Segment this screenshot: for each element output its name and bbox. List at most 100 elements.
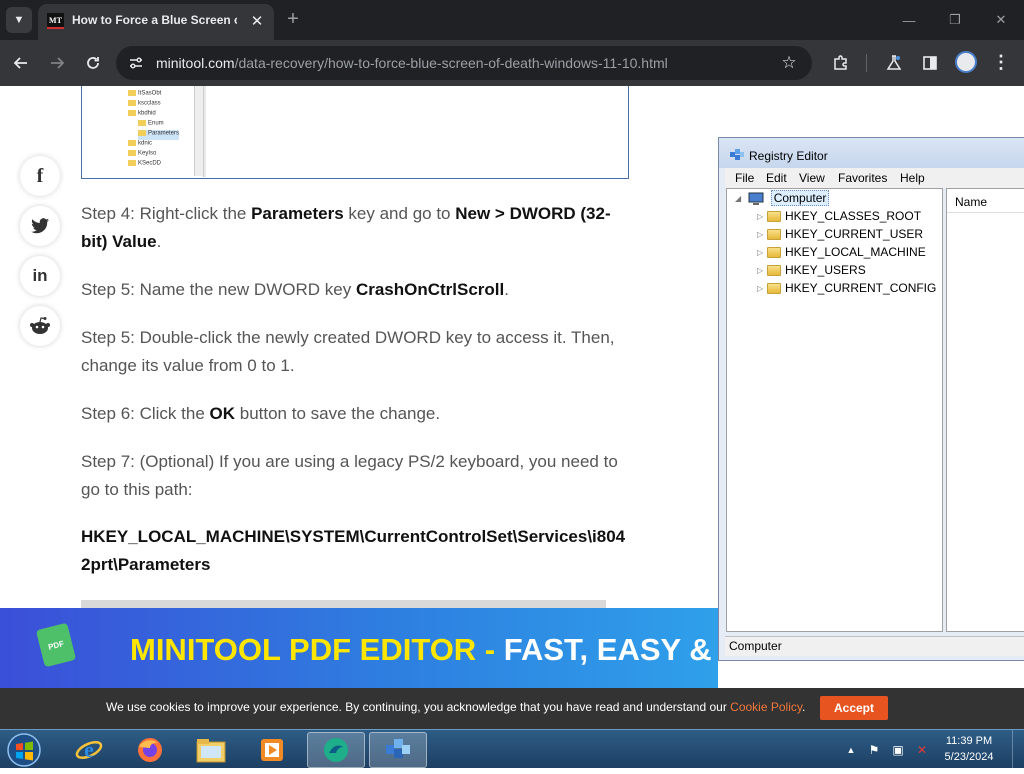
reddit-icon <box>30 317 50 334</box>
tree-node-hkcc[interactable]: ▷ HKEY_CURRENT_CONFIG <box>757 281 936 299</box>
folder-icon <box>767 265 781 277</box>
tree-node-hkcr[interactable]: ▷ HKEY_CLASSES_ROOT <box>757 209 921 227</box>
share-facebook-button[interactable]: f <box>20 156 60 196</box>
folder-icon <box>767 211 781 223</box>
folder-icon <box>767 283 781 295</box>
screenshot-row: KeyIso <box>128 150 156 160</box>
step-7-text: Step 7: (Optional) If you are using a le… <box>81 452 618 499</box>
regedit-statusbar: Computer <box>725 636 1024 656</box>
regedit-title: Registry Editor <box>749 149 828 163</box>
back-button[interactable] <box>8 50 34 76</box>
show-desktop-button[interactable] <box>1012 730 1024 769</box>
share-reddit-button[interactable] <box>20 306 60 346</box>
expand-arrow-icon: ▷ <box>757 284 764 294</box>
clock-time[interactable]: 11:39 PM <box>934 735 1004 749</box>
tree-node-hkcu[interactable]: ▷ HKEY_CURRENT_USER <box>757 227 923 245</box>
menu-edit[interactable]: Edit <box>766 171 787 187</box>
step-5-edit-text: Step 5: Double-click the newly created D… <box>81 328 615 375</box>
windows-start-orb-icon <box>7 733 41 767</box>
screenshot-row: KSecDD <box>128 160 161 170</box>
labs-flask-icon[interactable] <box>881 50 907 76</box>
ad-banner[interactable]: PDF MINITOOL PDF EDITOR - FAST, EASY & <box>0 608 718 688</box>
computer-icon <box>748 192 764 205</box>
tray-expand-icon[interactable]: ▲ <box>843 742 859 758</box>
restore-button[interactable]: ❐ <box>940 8 970 32</box>
browser-tab-bar: ▼ MT How to Force a Blue Screen of Death… <box>0 0 1024 40</box>
windows-taskbar: e ▲ ⚑ ▣ ✕ 11:39 PM 5/23/2024 <box>0 729 1024 769</box>
start-button[interactable] <box>4 731 44 769</box>
collapse-arrow-icon[interactable]: ◢ <box>735 194 745 203</box>
minitool-app-icon <box>324 738 348 762</box>
taskbar-firefox[interactable] <box>121 732 179 768</box>
address-bar[interactable]: minitool.com/data-recovery/how-to-force-… <box>116 46 812 80</box>
computer-label: Computer <box>770 190 830 206</box>
screenshot-tree-pane: ItSasObt kscclass kbdhid Enum Parameters… <box>84 86 204 177</box>
linkedin-icon: in <box>32 266 48 285</box>
taskbar-ie[interactable]: e <box>60 732 118 768</box>
regedit-values-pane[interactable]: Name <box>946 188 1024 632</box>
browser-tab-active[interactable]: MT How to Force a Blue Screen of Death ✕ <box>38 4 274 40</box>
forward-button[interactable] <box>44 50 70 76</box>
taskbar-explorer[interactable] <box>182 732 240 768</box>
menu-favorites[interactable]: Favorites <box>838 171 887 187</box>
registry-editor-window[interactable]: Registry Editor File Edit View Favorites… <box>718 137 1024 661</box>
cookie-policy-link[interactable]: Cookie Policy <box>730 700 802 714</box>
screenshot-row-selected: Parameters <box>138 130 180 140</box>
menu-view[interactable]: View <box>799 171 825 187</box>
minitool-favicon-icon: MT <box>47 13 64 29</box>
side-panel-icon[interactable] <box>917 50 943 76</box>
taskbar-media[interactable] <box>243 732 301 768</box>
share-twitter-button[interactable] <box>20 206 60 246</box>
screenshot-row: kscclass <box>128 100 161 110</box>
back-arrow-icon <box>13 57 27 69</box>
cookie-bar: We use cookies to improve your experienc… <box>0 688 1024 729</box>
tab-close-icon[interactable]: ✕ <box>246 10 268 32</box>
browser-toolbar: minitool.com/data-recovery/how-to-force-… <box>0 40 1024 86</box>
url-domain: minitool.com <box>156 55 235 71</box>
regedit-screenshot-image: ItSasObt kscclass kbdhid Enum Parameters… <box>81 86 629 179</box>
regedit-titlebar[interactable]: Registry Editor <box>719 138 1024 168</box>
taskbar-regedit-active[interactable] <box>369 732 427 768</box>
svg-text:e: e <box>84 737 94 762</box>
profile-avatar-icon[interactable] <box>955 51 977 73</box>
facebook-icon: f <box>36 164 44 187</box>
url-path: /data-recovery/how-to-force-blue-screen-… <box>234 55 668 71</box>
tree-node-hklm[interactable]: ▷ HKEY_LOCAL_MACHINE <box>757 245 926 263</box>
screenshot-row: ItSasObt <box>128 90 161 100</box>
regedit-menubar: File Edit View Favorites Help <box>725 168 1024 188</box>
expand-arrow-icon: ▷ <box>757 248 764 258</box>
action-center-flag-icon[interactable]: ⚑ <box>866 742 882 758</box>
registry-path-text: HKEY_LOCAL_MACHINE\SYSTEM\CurrentControl… <box>81 527 626 574</box>
regedit-tree-pane[interactable]: ◢ Computer ▷ HKEY_CLASSES_ROOT ▷ HKEY_CURR… <box>726 188 943 632</box>
bookmark-star-icon[interactable]: ☆ <box>778 52 800 74</box>
minimize-button[interactable]: — <box>894 8 924 32</box>
accept-cookies-button[interactable]: Accept <box>820 696 888 720</box>
window-close-button[interactable]: ✕ <box>986 8 1016 32</box>
network-icon[interactable]: ▣ <box>890 742 906 758</box>
folder-icon <box>767 247 781 259</box>
new-tab-button[interactable]: + <box>282 8 304 30</box>
pdf-editor-logo-icon: PDF <box>35 622 77 668</box>
screenshot-scrollbar <box>194 86 203 176</box>
taskbar-minitool-active[interactable] <box>307 732 365 768</box>
column-header-name[interactable]: Name <box>947 189 1024 213</box>
extensions-puzzle-icon[interactable] <box>828 50 854 76</box>
screenshot-row: kdnic <box>128 140 152 150</box>
tree-node-computer[interactable]: ◢ Computer <box>735 190 830 209</box>
volume-muted-icon[interactable]: ✕ <box>914 742 930 758</box>
screenshot-divider <box>204 86 206 177</box>
banner-headline: MINITOOL PDF EDITOR - FAST, EASY & <box>130 632 712 667</box>
site-info-icon[interactable] <box>126 53 146 73</box>
reload-button[interactable] <box>80 50 106 76</box>
toolbar-divider <box>866 54 867 72</box>
share-linkedin-button[interactable]: in <box>20 256 60 296</box>
tab-search-button[interactable]: ▼ <box>6 7 32 33</box>
folder-icon <box>767 229 781 241</box>
menu-file[interactable]: File <box>735 171 754 187</box>
regedit-app-icon <box>730 149 744 160</box>
tree-node-hku[interactable]: ▷ HKEY_USERS <box>757 263 866 281</box>
browser-menu-icon[interactable]: ⋮ <box>992 52 1010 74</box>
clock-date[interactable]: 5/23/2024 <box>934 751 1004 765</box>
menu-help[interactable]: Help <box>900 171 925 187</box>
step-5-name-text: Step 5: Name the new DWORD key CrashOnCt… <box>81 280 509 299</box>
